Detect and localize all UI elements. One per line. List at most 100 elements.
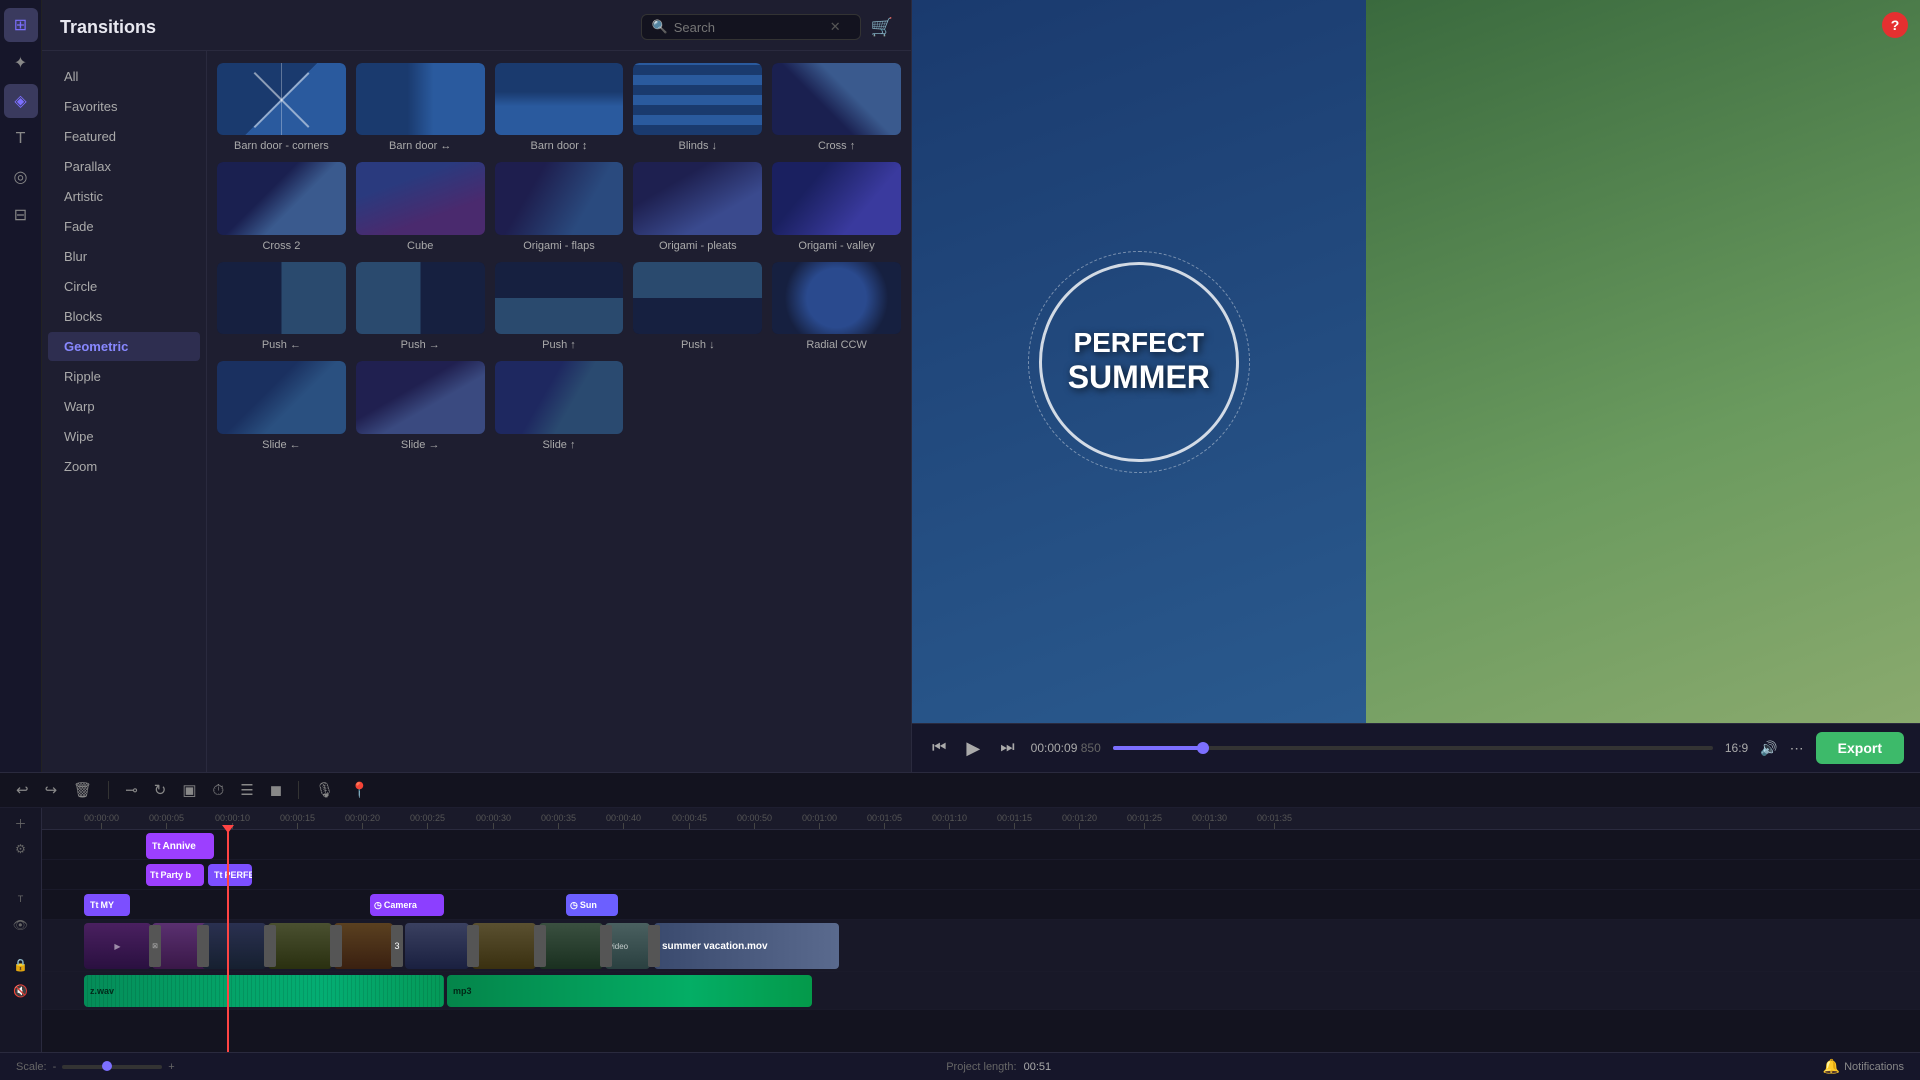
transition-slide-u[interactable]: Slide ↑ [495,361,624,450]
transition-push-l[interactable]: Push ← [217,262,346,351]
video-controls: ⏮ ▶ ⏭ 00:00:09 850 16:9 🔊 ⋯ Export [912,723,1920,772]
transition-radial-ccw[interactable]: Radial CCW [772,262,901,351]
transition-origami-pleats[interactable]: Origami - pleats [633,162,762,251]
category-warp[interactable]: Warp [48,392,200,421]
category-fade[interactable]: Fade [48,212,200,241]
track-eye-icon[interactable]: 👁 [7,914,35,936]
transition-push-u[interactable]: Push ↑ [495,262,624,351]
category-parallax[interactable]: Parallax [48,152,200,181]
add-track-button[interactable]: ＋ [7,812,35,834]
category-zoom[interactable]: Zoom [48,452,200,481]
more-options-icon[interactable]: ⋯ [1790,740,1804,757]
transition-marker-5[interactable]: 3 [391,925,403,967]
sidebar-icon-cursor[interactable]: ✦ [4,46,38,80]
progress-bar[interactable] [1113,746,1713,750]
category-favorites[interactable]: Favorites [48,92,200,121]
transition-barn-ud[interactable]: Barn door ↕ [495,63,624,152]
transition-slide-r[interactable]: Slide → [356,361,485,450]
skip-forward-button[interactable]: ⏭ [996,737,1018,759]
transition-origami-valley[interactable]: Origami - valley [772,162,901,251]
sidebar-icon-globe[interactable]: ◎ [4,160,38,194]
separate-button[interactable]: ☰ [236,779,257,801]
video-seg-6[interactable] [405,923,469,969]
summer-vacation-clip[interactable]: summer vacation.mov [654,923,839,969]
transition-slide-l[interactable]: Slide ← [217,361,346,450]
skip-back-button[interactable]: ⏮ [928,737,950,759]
category-geometric[interactable]: Geometric [48,332,200,361]
category-all[interactable]: All [48,62,200,91]
timeline-toolbar: ↩ ↪ 🗑 ⊸ ↻ ▣ ⏱ ☰ ◼ 🎙 📍 [0,773,1920,808]
help-button[interactable]: ? [1882,12,1908,38]
transition-marker-8[interactable] [600,925,612,967]
category-blocks[interactable]: Blocks [48,302,200,331]
perfe-clip[interactable]: Tt PERFE [208,864,252,886]
crop-button[interactable]: ▣ [178,779,200,801]
track-lock-icon[interactable]: 🔒 [7,954,35,976]
transition-blinds[interactable]: Blinds ↓ [633,63,762,152]
undo-button[interactable]: ↩ [12,779,33,801]
transition-marker-6[interactable] [467,925,479,967]
export-button[interactable]: Export [1816,732,1904,764]
sidebar-icon-text[interactable]: T [4,122,38,156]
transition-barn-lr[interactable]: Barn door ↔ [356,63,485,152]
color-button[interactable]: ◼ [266,779,286,801]
transition-marker-4[interactable] [330,925,342,967]
settings-icon[interactable]: ⚙ [7,838,35,860]
cart-icon[interactable]: 🛒 [871,17,893,38]
play-button[interactable]: ▶ [962,736,984,761]
sun-clip[interactable]: ◷ Sun [566,894,618,916]
transition-marker-1[interactable]: ⊠ [149,925,161,967]
scale-increase-icon[interactable]: + [168,1061,174,1073]
video-seg-5[interactable] [334,923,393,969]
transition-barn-corners[interactable]: Barn door - corners [217,63,346,152]
transition-push-d[interactable]: Push ↓ [633,262,762,351]
category-wipe[interactable]: Wipe [48,422,200,451]
volume-icon[interactable]: 🔊 [1760,740,1777,757]
sidebar-icon-apps[interactable]: ⊟ [4,198,38,232]
audio-clip-1[interactable]: z.wav [84,975,444,1007]
category-circle[interactable]: Circle [48,272,200,301]
scale-slider[interactable] [62,1065,162,1069]
my-clip[interactable]: Tt MY [84,894,130,916]
category-artistic[interactable]: Artistic [48,182,200,211]
video-seg-3[interactable] [202,923,266,969]
scale-decrease-icon[interactable]: - [53,1061,57,1073]
category-featured[interactable]: Featured [48,122,200,151]
category-blur[interactable]: Blur [48,242,200,271]
voiceover-button[interactable]: 📍 [346,779,373,801]
camera-clip[interactable]: ◷ Camera [370,894,444,916]
record-button[interactable]: 🎙 [311,779,338,801]
category-ripple[interactable]: Ripple [48,362,200,391]
rotate-button[interactable]: ↻ [150,779,171,801]
clear-search-icon[interactable]: ✕ [830,19,841,35]
transition-push-r[interactable]: Push → [356,262,485,351]
transition-cube[interactable]: Cube [356,162,485,251]
video-seg-1[interactable]: ▶ [84,923,151,969]
split-button[interactable]: ⊸ [121,779,142,801]
track-mute-icon[interactable]: 🔇 [7,980,35,1002]
transition-marker-7[interactable] [534,925,546,967]
transition-marker-2[interactable] [197,925,209,967]
transition-origami-flaps[interactable]: Origami - flaps [495,162,624,251]
redo-button[interactable]: ↪ [41,779,62,801]
time-current: 00:00:09 850 [1031,741,1101,755]
notifications[interactable]: 🔔 Notifications [1823,1058,1904,1075]
sidebar-icon-grid[interactable]: ⊞ [4,8,38,42]
transition-cross1[interactable]: Cross ↑ [772,63,901,152]
track-icon-1[interactable]: T [7,888,35,910]
party-clip[interactable]: Tt Party b [146,864,204,886]
annive-clip[interactable]: Tt Annive [146,833,214,859]
transition-cross2[interactable]: Cross 2 [217,162,346,251]
audio-clip-2[interactable]: mp3 [447,975,812,1007]
video-seg-7[interactable] [472,923,536,969]
video-seg-8[interactable] [539,923,603,969]
sidebar-icon-effects[interactable]: ◈ [4,84,38,118]
playhead[interactable] [227,830,229,1052]
time-ruler: 00:00:00 00:00:05 00:00:10 00:00:15 00:0… [42,808,1920,830]
speed-button[interactable]: ⏱ [209,780,229,801]
transition-marker-9[interactable] [648,925,660,967]
transition-marker-3[interactable] [264,925,276,967]
video-seg-4[interactable] [268,923,332,969]
delete-button[interactable]: 🗑 [69,779,96,801]
search-input[interactable] [674,20,824,35]
